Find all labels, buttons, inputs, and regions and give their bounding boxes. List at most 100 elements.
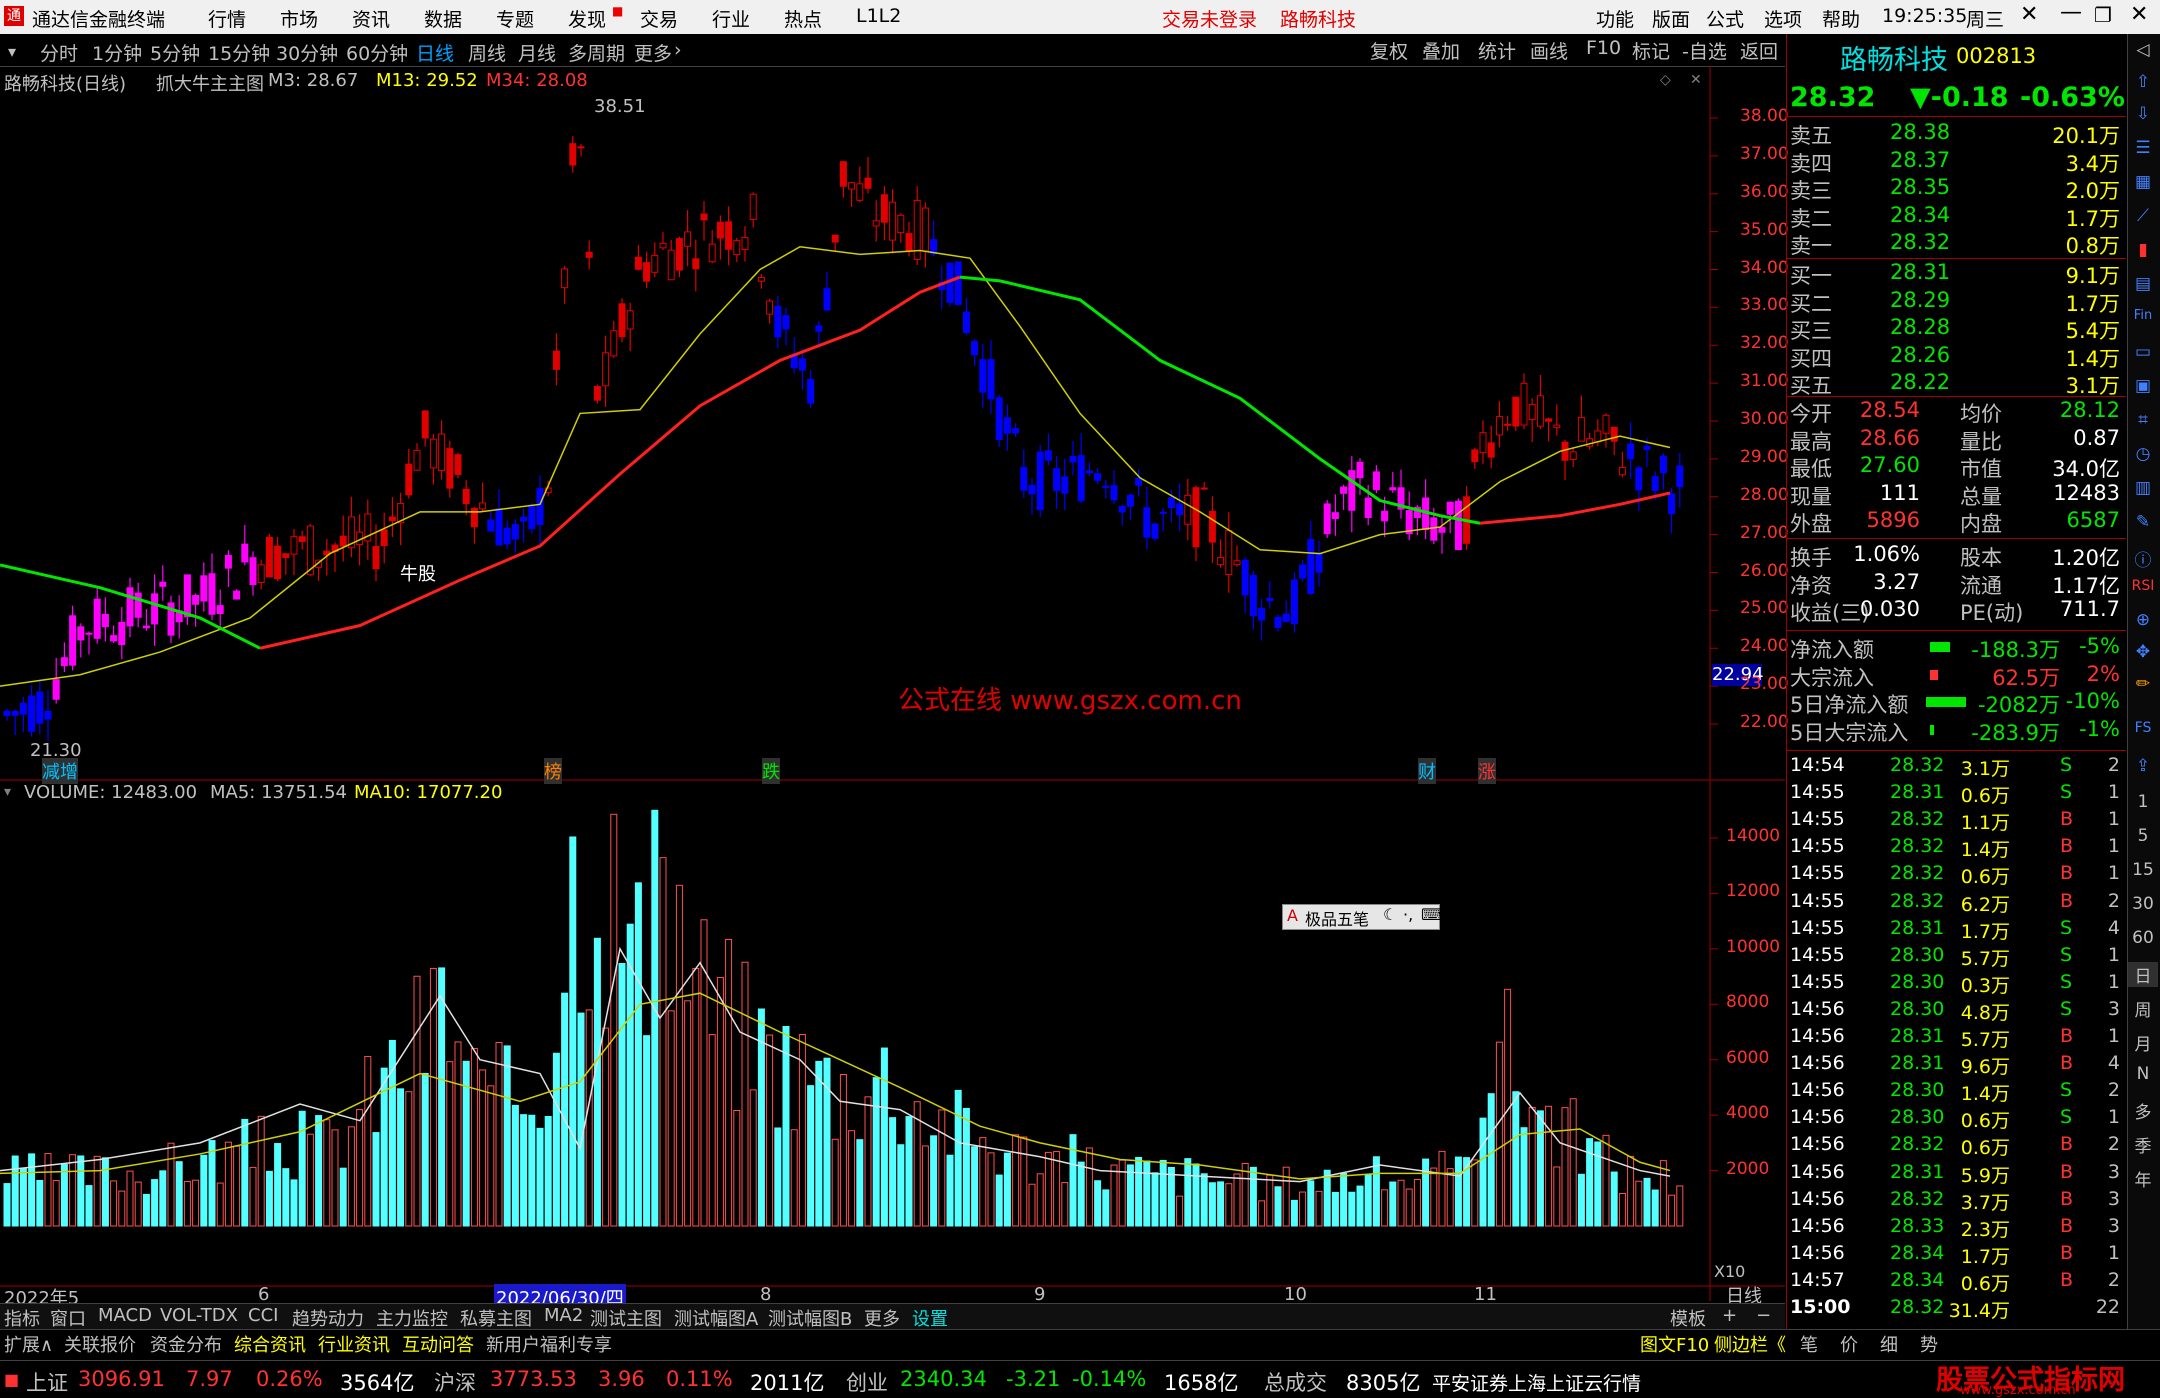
side-tool-fs[interactable]: FS	[2128, 720, 2158, 736]
menu-hotspot[interactable]: 热点	[784, 5, 822, 32]
ask-row[interactable]: 卖五 28.38 20.1万	[1790, 120, 2120, 148]
menu-industry[interactable]: 行业	[712, 5, 750, 32]
menu-l1l2[interactable]: L1L2	[856, 5, 901, 27]
side-tool-quarter[interactable]: 季	[2128, 1132, 2158, 1157]
menu-quotes[interactable]: 行情	[208, 5, 246, 32]
tab-general-news[interactable]: 综合资讯	[234, 1331, 306, 1357]
period-multi[interactable]: 多周期	[568, 39, 625, 66]
tab-tick[interactable]: 笔	[1800, 1331, 1818, 1357]
chevron-right-icon[interactable]: ›	[674, 39, 682, 61]
tool-overlay[interactable]: 叠加	[1422, 37, 1460, 63]
tab-settings[interactable]: 设置	[912, 1305, 948, 1331]
tab-cci[interactable]: CCI	[248, 1305, 278, 1326]
tab-related-quotes[interactable]: 关联报价	[64, 1331, 136, 1357]
tab-template[interactable]: 模板	[1670, 1305, 1706, 1331]
side-tool-15[interactable]: 15	[2128, 860, 2158, 880]
news-icon[interactable]: ▣	[2128, 376, 2158, 396]
period-more[interactable]: 更多	[634, 39, 672, 66]
side-tool-month[interactable]: 月	[2128, 1030, 2158, 1055]
restore-icon[interactable]: ❐	[2094, 3, 2112, 27]
ime-moon-icon[interactable]: ☾	[1383, 905, 1397, 924]
calc-icon[interactable]: ⌗	[2128, 410, 2158, 430]
tab-f10-text[interactable]: 图文F10	[1640, 1331, 1709, 1357]
tab-indicator[interactable]: 指标	[4, 1305, 40, 1331]
tool-draw-line[interactable]: 画线	[1530, 37, 1568, 63]
minimize-icon[interactable]: —	[2060, 0, 2082, 25]
menu-data[interactable]: 数据	[424, 5, 462, 32]
collapse-icon[interactable]: ◁	[2128, 40, 2158, 60]
tool-f10[interactable]: F10	[1586, 37, 1621, 63]
dropdown-arrow-icon[interactable]: ▾	[4, 784, 11, 800]
side-tool-5[interactable]: 5	[2128, 826, 2158, 846]
remove-pane-icon[interactable]: −	[1756, 1305, 1771, 1326]
tab-ma2[interactable]: MA2	[544, 1305, 583, 1326]
menu-formula[interactable]: 公式	[1706, 5, 1744, 32]
login-status[interactable]: 交易未登录	[1162, 5, 1257, 32]
line-chart-icon[interactable]: ⟋	[2128, 206, 2158, 226]
tab-new-user-benefits[interactable]: 新用户福利专享	[486, 1331, 612, 1357]
tab-more[interactable]: 更多	[864, 1305, 900, 1331]
tool-restore-rights[interactable]: 复权	[1370, 37, 1408, 63]
tab-test-sub-b[interactable]: 测试幅图B	[768, 1305, 852, 1331]
period-intraday[interactable]: 分时	[40, 39, 78, 66]
tab-price[interactable]: 价	[1840, 1331, 1858, 1357]
share-icon[interactable]: ⇪	[2128, 756, 2158, 776]
arrow-down-icon[interactable]: ⇩	[2128, 104, 2158, 124]
ime-toolbar[interactable]: A 极品五笔 ☾ ·, ⌨	[1282, 904, 1444, 930]
ask-row[interactable]: 卖一 28.32 0.8万	[1790, 230, 2120, 258]
kline-chart-area[interactable]	[0, 66, 1785, 1301]
close-icon[interactable]: ✕	[2130, 2, 2148, 27]
tab-trend[interactable]: 势	[1920, 1331, 1938, 1357]
side-tool-multi[interactable]: 多	[2128, 1098, 2158, 1123]
chart-formula-name[interactable]: 抓大牛主主图	[156, 70, 264, 96]
event-label-rise[interactable]: 涨	[1478, 758, 1496, 784]
event-label-rank[interactable]: 榜	[544, 758, 562, 784]
table-icon[interactable]: ▤	[2128, 274, 2158, 294]
target-icon[interactable]: ⊕	[2128, 610, 2158, 630]
cy-index-name[interactable]: 创业	[846, 1367, 888, 1397]
close-pane-icon[interactable]: ✕	[1690, 72, 1702, 88]
period-1min[interactable]: 1分钟	[92, 39, 142, 66]
event-label-cut[interactable]: 减增	[42, 758, 78, 784]
tab-macd[interactable]: MACD	[98, 1305, 152, 1326]
bid-row[interactable]: 买二 28.29 1.7万	[1790, 288, 2120, 316]
dropdown-arrow-icon[interactable]: ▾	[8, 42, 16, 61]
side-tool-n[interactable]: N	[2128, 1064, 2158, 1084]
move-icon[interactable]: ✥	[2128, 642, 2158, 662]
candle-icon[interactable]: ▮	[2128, 240, 2158, 260]
period-daily[interactable]: 日线	[416, 39, 454, 66]
event-label-fall[interactable]: 跌	[762, 758, 780, 784]
tab-qa[interactable]: 互动问答	[402, 1331, 474, 1357]
arrow-up-icon[interactable]: ⇧	[2128, 72, 2158, 92]
ime-name[interactable]: 极品五笔	[1305, 906, 1369, 930]
tab-private-main[interactable]: 私募主图	[460, 1305, 532, 1331]
bid-row[interactable]: 买三 28.28 5.4万	[1790, 315, 2120, 343]
tab-window[interactable]: 窗口	[50, 1305, 86, 1331]
menu-help[interactable]: 帮助	[1822, 5, 1860, 32]
pencil-icon[interactable]: ✏	[2128, 674, 2158, 694]
tool-mark[interactable]: 标记	[1632, 37, 1670, 63]
menu-market[interactable]: 市场	[280, 5, 318, 32]
side-tool-1[interactable]: 1	[2128, 792, 2158, 812]
menu-news[interactable]: 资讯	[352, 5, 390, 32]
doc-icon[interactable]: ▭	[2128, 342, 2158, 362]
ask-row[interactable]: 卖四 28.37 3.4万	[1790, 148, 2120, 176]
fin-icon[interactable]: Fin	[2128, 308, 2158, 323]
period-monthly[interactable]: 月线	[518, 39, 556, 66]
sh-index-name[interactable]: 上证	[26, 1367, 68, 1397]
info-icon[interactable]: ⓘ	[2128, 546, 2158, 571]
ask-row[interactable]: 卖二 28.34 1.7万	[1790, 203, 2120, 231]
bid-row[interactable]: 买四 28.26 1.4万	[1790, 343, 2120, 371]
menu-options[interactable]: 选项	[1764, 5, 1802, 32]
period-weekly[interactable]: 周线	[468, 39, 506, 66]
side-tool-30[interactable]: 30	[2128, 894, 2158, 914]
tab-detail[interactable]: 细	[1880, 1331, 1898, 1357]
tab-sidebar[interactable]: 侧边栏《	[1714, 1331, 1786, 1357]
period-60min[interactable]: 60分钟	[346, 39, 408, 66]
hs-index-name[interactable]: 沪深	[434, 1367, 476, 1397]
period-15min[interactable]: 15分钟	[208, 39, 270, 66]
tab-vol-tdx[interactable]: VOL-TDX	[160, 1305, 238, 1326]
diamond-icon[interactable]: ◇	[1660, 72, 1671, 88]
list-icon[interactable]: ☰	[2128, 138, 2158, 158]
tool-remove-favorite[interactable]: -自选	[1682, 37, 1727, 63]
